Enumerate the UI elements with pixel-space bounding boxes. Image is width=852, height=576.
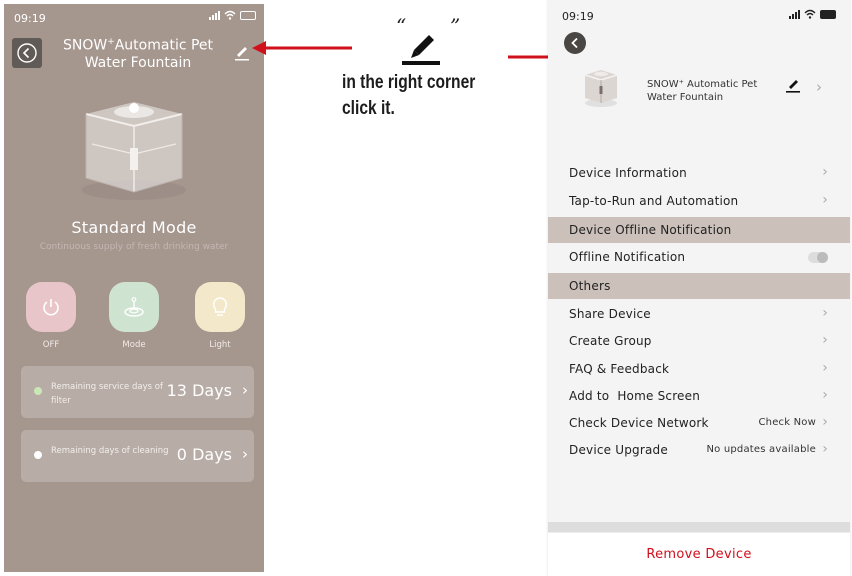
status-dot [34, 451, 42, 459]
edit-button[interactable] [784, 76, 802, 94]
instruction-line1: in the right corner [342, 72, 476, 93]
row-device-upgrade[interactable]: Device Upgrade No updates available › [548, 437, 850, 463]
row-share-device[interactable]: Share Device › [548, 301, 850, 327]
row-tap-to-run[interactable]: Tap-to-Run and Automation › [548, 188, 850, 214]
power-icon [43, 299, 59, 316]
light-label: Light [209, 340, 231, 350]
offline-notification-toggle[interactable] [808, 252, 828, 263]
filter-days-card[interactable]: Remaining service days of filter 13 Days… [21, 366, 254, 418]
chevron-right-icon: › [822, 441, 828, 457]
section-label: Others [569, 279, 611, 293]
mode-label: Mode [122, 340, 146, 350]
chevron-right-icon: › [816, 78, 822, 96]
device-header[interactable]: SNOW⁺ Automatic Pet Water Fountain › [548, 58, 850, 132]
right-phone-screen: 09:19 SNOW⁺ Automatic Pet Water Fountain… [548, 0, 850, 576]
bulb-icon [213, 297, 227, 316]
chevron-right-icon: › [822, 332, 828, 348]
status-icons [209, 10, 256, 20]
light-control[interactable]: Light [195, 282, 245, 350]
chevron-right-icon: › [242, 445, 248, 463]
row-add-home-screen[interactable]: Add to Home Screen › [548, 383, 850, 409]
section-header-others: Others [548, 273, 850, 299]
status-bar: 09:19 [548, 0, 850, 26]
quote-close: ” [450, 14, 461, 38]
power-control[interactable]: OFF [26, 282, 76, 350]
chevron-right-icon: › [822, 305, 828, 321]
status-time: 09:19 [562, 10, 594, 23]
device-name: SNOW⁺ Automatic Pet Water Fountain [647, 79, 758, 103]
section-label: Device Offline Notification [569, 223, 732, 237]
row-faq-feedback[interactable]: FAQ & Feedback › [548, 356, 850, 382]
instruction-text: in the right corner click it. [342, 70, 475, 122]
row-create-group[interactable]: Create Group › [548, 328, 850, 354]
remove-device-label: Remove Device [646, 547, 752, 562]
section-header-offline: Device Offline Notification [548, 217, 850, 243]
chevron-right-icon: › [822, 414, 828, 430]
filter-card-value: 13 Days [166, 381, 232, 400]
row-label: Share Device [569, 307, 651, 321]
title-line2: Water Fountain [84, 54, 192, 71]
row-offline-notification[interactable]: Offline Notification [548, 244, 850, 270]
status-icons [789, 9, 836, 19]
back-button[interactable] [12, 38, 42, 68]
chevron-right-icon: › [242, 381, 248, 399]
arrow-to-left-edit [252, 41, 352, 55]
chevron-right-icon: › [822, 164, 828, 180]
back-button[interactable] [564, 32, 586, 54]
row-label: Device Upgrade [569, 443, 668, 457]
status-bar: 09:19 [4, 4, 264, 32]
check-now-value: Check Now [758, 417, 816, 428]
instruction-line2: click it. [342, 98, 395, 119]
chevron-right-icon: › [822, 192, 828, 208]
chevron-right-icon: › [822, 387, 828, 403]
wifi-icon [804, 9, 816, 19]
row-label: FAQ & Feedback [569, 362, 670, 376]
pencil-icon [786, 80, 800, 93]
mode-control[interactable]: Mode [109, 282, 159, 350]
pencil-icon [235, 47, 249, 61]
cleaning-card-value: 0 Days [176, 445, 232, 464]
chevron-right-icon: › [822, 360, 828, 376]
row-label: Device Information [569, 166, 687, 180]
status-dot [34, 387, 42, 395]
row-label: Tap-to-Run and Automation [569, 194, 739, 208]
title-rest: Automatic Pet [114, 37, 214, 54]
power-label: OFF [42, 340, 60, 350]
row-device-information[interactable]: Device Information › [548, 160, 850, 186]
signal-icon [789, 9, 800, 19]
signal-icon [209, 10, 220, 20]
device-thumbnail [584, 70, 618, 107]
device-title: SNOW+Automatic Pet Water Fountain [50, 34, 226, 72]
left-phone-screen: 09:19 SNOW+Automatic Pet Water Fountain … [4, 4, 264, 572]
remove-device-button[interactable]: Remove Device [548, 532, 850, 576]
mode-title: Standard Mode [71, 218, 197, 237]
filter-card-description: Remaining service days of filter [51, 382, 163, 406]
divider-bar [548, 522, 850, 532]
light-button[interactable] [195, 282, 245, 332]
upgrade-status-value: No updates available [706, 444, 816, 455]
fountain-product-image [72, 92, 196, 204]
title-superscript: + [107, 37, 115, 47]
fountain-mode-icon [124, 297, 144, 317]
wifi-icon [224, 10, 236, 20]
cleaning-days-card[interactable]: Remaining days of cleaning 0 Days › [21, 430, 254, 482]
row-label: Check Device Network [569, 416, 709, 430]
mode-button[interactable] [109, 282, 159, 332]
row-check-network[interactable]: Check Device Network Check Now › [548, 410, 850, 436]
status-time: 09:19 [14, 12, 46, 25]
battery-icon [240, 10, 256, 20]
title-brand: SNOW [62, 37, 108, 54]
edit-button[interactable] [232, 42, 252, 62]
mode-subtitle: Continuous supply of fresh drinking wate… [39, 242, 229, 252]
row-label: Create Group [569, 334, 652, 348]
power-button[interactable] [26, 282, 76, 332]
chevron-left-icon [17, 43, 37, 63]
cleaning-card-description: Remaining days of cleaning [51, 446, 169, 456]
instruction-callout: “ ” in the right corner click it. [340, 10, 515, 130]
row-label: Offline Notification [569, 250, 686, 264]
pencil-icon [402, 35, 440, 65]
battery-icon [820, 9, 836, 19]
row-label: Add to Home Screen [569, 389, 701, 403]
chevron-left-icon [571, 37, 578, 49]
